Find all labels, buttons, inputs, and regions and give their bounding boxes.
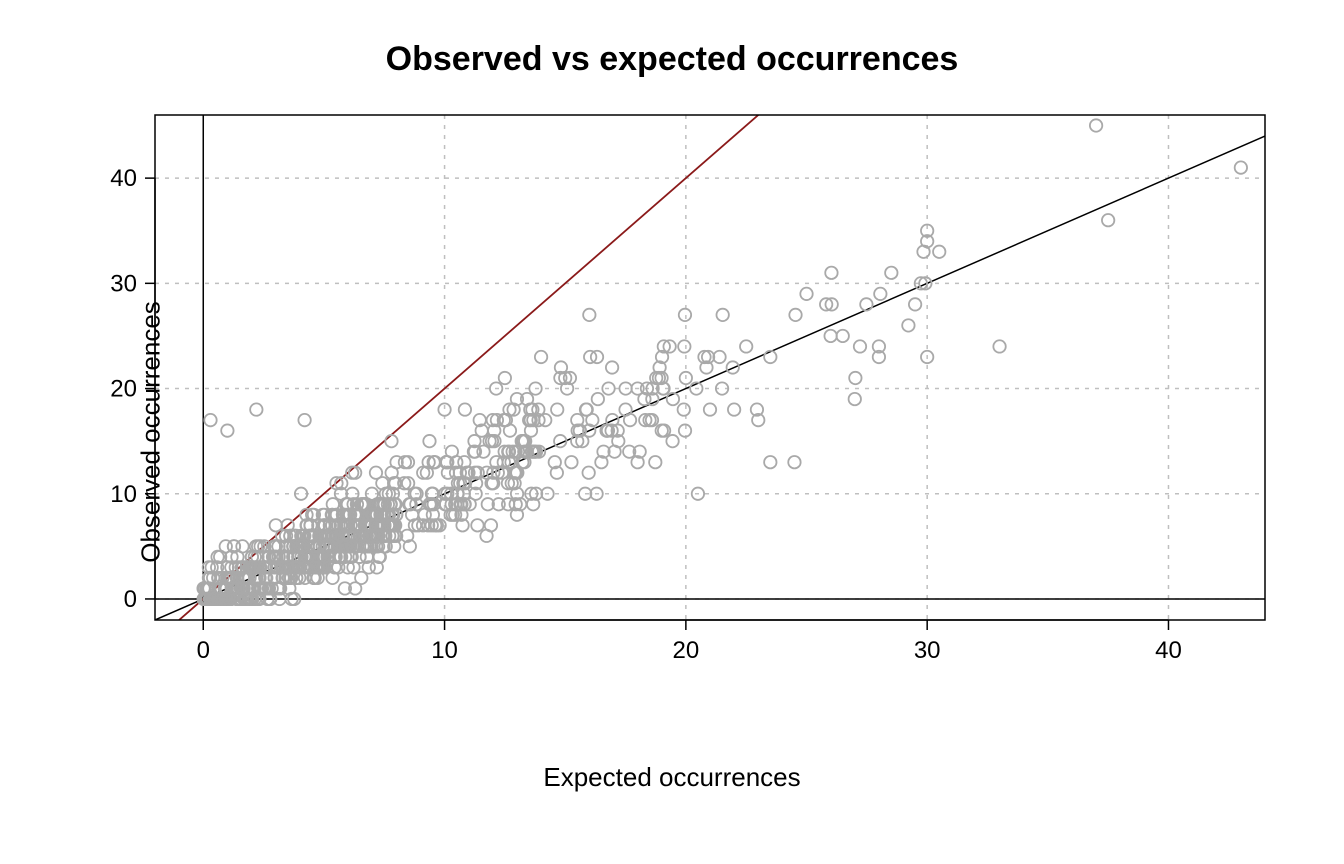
data-point	[854, 340, 866, 352]
data-point	[471, 519, 483, 531]
x-axis-label: Expected occurrences	[0, 762, 1344, 793]
data-point	[1090, 119, 1102, 131]
data-point	[825, 267, 837, 279]
data-point	[583, 309, 595, 321]
data-point	[270, 519, 282, 531]
y-axis-label: Observed occurrences	[135, 301, 166, 563]
svg-text:10: 10	[431, 637, 458, 664]
svg-text:10: 10	[110, 481, 137, 508]
data-point	[606, 361, 618, 373]
data-point	[619, 403, 631, 415]
data-point	[551, 403, 563, 415]
svg-text:40: 40	[1155, 637, 1182, 664]
data-point	[298, 414, 310, 426]
data-point	[837, 330, 849, 342]
data-point	[679, 424, 691, 436]
data-point	[678, 403, 690, 415]
data-point	[221, 424, 233, 436]
svg-text:0: 0	[197, 637, 210, 664]
data-point	[909, 298, 921, 310]
data-point	[716, 309, 728, 321]
data-point	[874, 288, 886, 300]
scatter-plot: 0 10 20 30 40 0 10 20 30 40	[0, 0, 1344, 864]
chart-container: Observed vs expected occurrences 0 10 20 30…	[0, 0, 1344, 864]
data-point	[250, 403, 262, 415]
data-point	[666, 435, 678, 447]
data-point	[370, 467, 382, 479]
data-point	[728, 403, 740, 415]
data-point	[385, 435, 397, 447]
data-point	[885, 267, 897, 279]
data-point	[678, 340, 690, 352]
data-point	[933, 246, 945, 258]
data-point	[849, 372, 861, 384]
svg-text:40: 40	[110, 165, 137, 192]
data-point	[423, 435, 435, 447]
data-point	[565, 456, 577, 468]
data-point	[349, 467, 361, 479]
data-point	[764, 351, 776, 363]
data-point	[477, 445, 489, 457]
data-point	[764, 456, 776, 468]
svg-text:0: 0	[124, 586, 137, 613]
data-point	[800, 288, 812, 300]
data-point	[204, 414, 216, 426]
svg-text:20: 20	[110, 376, 137, 403]
data-point	[740, 340, 752, 352]
data-point	[902, 319, 914, 331]
data-point	[713, 351, 725, 363]
data-point	[581, 403, 593, 415]
data-point	[1102, 214, 1114, 226]
svg-text:30: 30	[110, 270, 137, 297]
data-point	[860, 298, 872, 310]
data-point	[704, 403, 716, 415]
data-point	[592, 393, 604, 405]
data-point	[824, 330, 836, 342]
data-point	[1235, 161, 1247, 173]
svg-text:30: 30	[914, 637, 941, 664]
data-point	[499, 372, 511, 384]
data-point	[788, 456, 800, 468]
data-point	[649, 456, 661, 468]
svg-text:20: 20	[673, 637, 700, 664]
data-point	[459, 403, 471, 415]
data-point	[480, 530, 492, 542]
data-point	[535, 351, 547, 363]
chart-title: Observed vs expected occurrences	[0, 40, 1344, 79]
data-point	[236, 540, 248, 552]
data-point	[789, 309, 801, 321]
data-point	[679, 309, 691, 321]
data-point	[849, 393, 861, 405]
data-point	[993, 340, 1005, 352]
data-point	[582, 467, 594, 479]
